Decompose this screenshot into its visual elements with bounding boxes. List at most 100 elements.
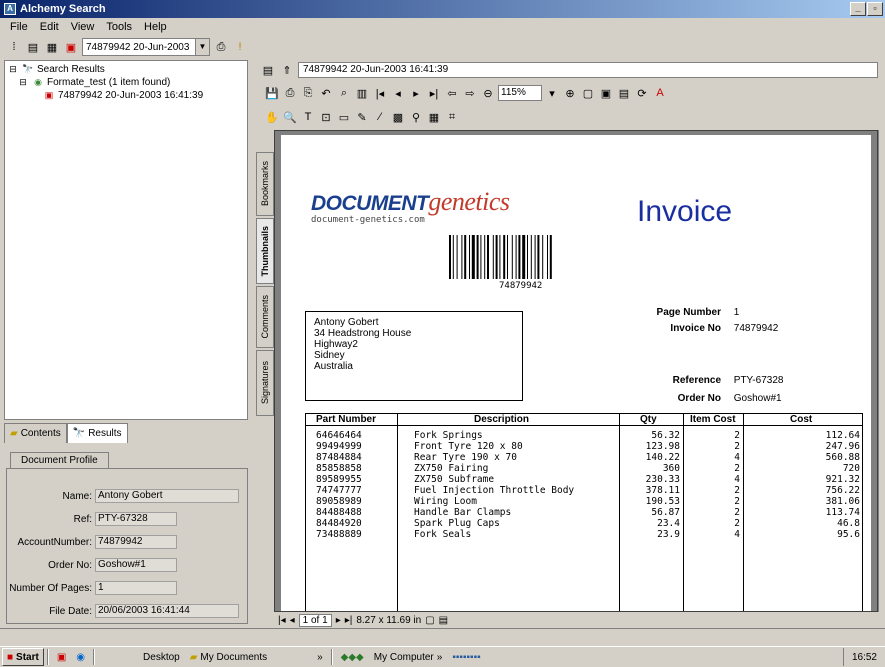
tab-results[interactable]: 🔭 Results: [66, 423, 128, 443]
back-icon[interactable]: ⇦: [444, 85, 460, 101]
page-size: 8.27 x 11.69 in: [356, 614, 422, 626]
chevron-down-icon[interactable]: ▾: [544, 85, 560, 101]
barcode-bar: [515, 235, 517, 279]
document-select[interactable]: 74879942 20-Jun-2003 ▼: [82, 38, 210, 56]
adobe-icon[interactable]: A: [652, 85, 668, 101]
chevron-down-icon[interactable]: ▼: [195, 39, 209, 55]
fit-width-icon[interactable]: ▤: [616, 85, 632, 101]
profile-value[interactable]: 1: [95, 581, 177, 595]
last-page-icon[interactable]: ▸|: [426, 85, 442, 101]
single-page-icon[interactable]: ▢: [425, 615, 434, 626]
prev-page-icon[interactable]: ◂: [390, 85, 406, 101]
maximize-button[interactable]: ▫: [867, 2, 883, 16]
stamp-icon[interactable]: ▩: [390, 109, 406, 125]
link-icon[interactable]: ⚲: [408, 109, 424, 125]
menu-edit[interactable]: Edit: [34, 21, 65, 33]
note-icon[interactable]: ▭: [336, 109, 352, 125]
tab-document-profile[interactable]: Document Profile: [10, 452, 109, 468]
graphics-select-icon[interactable]: ⊡: [318, 109, 334, 125]
status-bar: [0, 628, 885, 646]
copy-icon[interactable]: ⎘: [300, 85, 316, 101]
undo-icon[interactable]: ↶: [318, 85, 334, 101]
profile-value[interactable]: 20/06/2003 16:41:44: [95, 604, 239, 618]
barcode-bar: [511, 235, 513, 279]
document-viewport[interactable]: DOCUMENTgenetics document-genetics.com I…: [274, 130, 878, 612]
save-icon[interactable]: 💾: [264, 85, 280, 101]
form-icon[interactable]: ▦: [426, 109, 442, 125]
document-icon[interactable]: ▤: [260, 62, 276, 78]
tab-comments[interactable]: Comments: [256, 286, 274, 348]
tab-contents[interactable]: ▰ Contents: [4, 423, 67, 443]
taskbar-my-documents[interactable]: ▰ My Documents: [185, 652, 272, 663]
find-icon[interactable]: ⌕: [336, 85, 352, 101]
browser-icon[interactable]: ◉: [71, 652, 90, 663]
tab-thumbnails[interactable]: Thumbnails: [256, 218, 274, 284]
collapse-icon[interactable]: ⊟: [17, 77, 29, 88]
order-no-label: Order No: [677, 393, 721, 404]
document-icon[interactable]: ▤: [25, 39, 41, 55]
taskbar-apps-icon[interactable]: ◆◆◆: [336, 652, 369, 663]
taskbar-my-computer[interactable]: My Computer »: [369, 652, 448, 663]
pages-icon[interactable]: ▥: [354, 85, 370, 101]
zoom-in-icon[interactable]: ⊕: [562, 85, 578, 101]
tab-bookmarks[interactable]: Bookmarks: [256, 152, 274, 216]
search-results-tree[interactable]: ⊟ 🔭 Search Results ⊟ ◉ Formate_test (1 i…: [4, 60, 248, 420]
zoom-input[interactable]: 115%: [498, 85, 542, 101]
table-cell-desc: ZX750 Subframe: [414, 474, 495, 485]
rotate-icon[interactable]: ⟳: [634, 85, 650, 101]
quicklaunch-icon[interactable]: ▣: [52, 652, 71, 663]
document-select-value: 74879942 20-Jun-2003: [86, 41, 190, 53]
next-page-icon[interactable]: ▸: [336, 615, 341, 626]
text-select-icon[interactable]: T: [300, 109, 316, 125]
print-icon[interactable]: ⎙: [213, 39, 229, 55]
page-indicator[interactable]: 1 of 1: [298, 613, 332, 627]
actual-size-icon[interactable]: ▢: [580, 85, 596, 101]
table-cell-desc: Handle Bar Clamps: [414, 507, 512, 518]
tab-signatures-label: Signatures: [260, 361, 270, 405]
crop-icon[interactable]: ⌗: [444, 109, 460, 125]
fit-page-icon[interactable]: ▣: [598, 85, 614, 101]
folder-up-icon[interactable]: ⇑: [279, 62, 295, 78]
first-page-icon[interactable]: |◂: [372, 85, 388, 101]
menu-help[interactable]: Help: [138, 21, 173, 33]
taskbar-my-documents-label: My Documents: [200, 651, 268, 663]
collapse-icon[interactable]: ⊟: [7, 64, 19, 75]
zoom-out-icon[interactable]: ⊖: [480, 85, 496, 101]
properties-icon[interactable]: ▦: [44, 39, 60, 55]
minimize-button[interactable]: _: [850, 2, 866, 16]
tree-leaf[interactable]: ▣ 74879942 20-Jun-2003 16:41:39: [7, 89, 245, 102]
print-icon[interactable]: ⎙: [282, 85, 298, 101]
tab-signatures[interactable]: Signatures: [256, 350, 274, 416]
profile-value[interactable]: 74879942: [95, 535, 177, 549]
continuous-icon[interactable]: ▤: [439, 615, 448, 626]
vertical-scrollbar[interactable]: [878, 130, 885, 612]
highlight-icon[interactable]: ⁄: [372, 109, 388, 125]
last-page-icon[interactable]: ▸|: [345, 615, 353, 626]
first-page-icon[interactable]: |◂: [278, 615, 286, 626]
tray-icons[interactable]: ▪▪▪▪▪▪▪▪: [447, 652, 485, 663]
pencil-icon[interactable]: ✎: [354, 109, 370, 125]
menu-tools[interactable]: Tools: [100, 21, 138, 33]
zoom-tool-icon[interactable]: 🔍: [282, 109, 298, 125]
next-page-icon[interactable]: ▸: [408, 85, 424, 101]
table-cell-cost: 95.6: [837, 529, 860, 540]
folder-icon: ▰: [189, 651, 198, 663]
start-button[interactable]: ■ Start: [2, 648, 44, 666]
menu-file[interactable]: File: [4, 21, 34, 33]
forward-icon[interactable]: ⇨: [462, 85, 478, 101]
info-icon[interactable]: !: [232, 39, 248, 55]
tab-comments-label: Comments: [260, 295, 270, 339]
tree-child[interactable]: ⊟ ◉ Formate_test (1 item found): [7, 76, 245, 89]
taskbar-desktop[interactable]: Desktop: [138, 652, 185, 663]
pdf-icon[interactable]: ▣: [63, 39, 79, 55]
taskbar-overflow-icon[interactable]: »: [312, 652, 328, 663]
prev-page-icon[interactable]: ◂: [290, 615, 295, 626]
tree-view-icon[interactable]: ⁞: [6, 39, 22, 55]
profile-value[interactable]: PTY-67328: [95, 512, 177, 526]
tree-root[interactable]: ⊟ 🔭 Search Results: [7, 63, 245, 76]
hand-tool-icon[interactable]: ✋: [264, 109, 280, 125]
profile-value[interactable]: Antony Gobert: [95, 489, 239, 503]
tree-root-label: Search Results: [37, 64, 105, 75]
menu-view[interactable]: View: [65, 21, 101, 33]
profile-value[interactable]: Goshow#1: [95, 558, 177, 572]
